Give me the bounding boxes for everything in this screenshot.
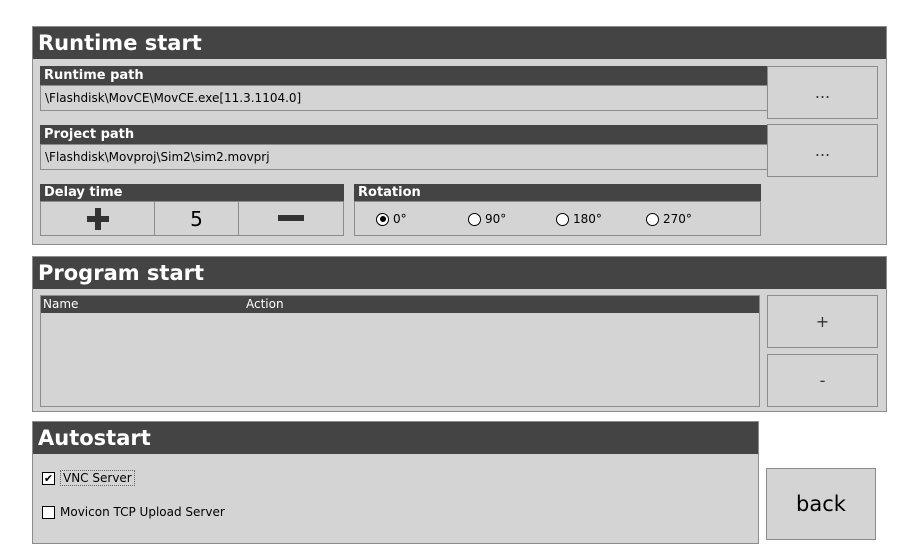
- project-path-field[interactable]: \Flashdisk\Movproj\Sim2\sim2.movprj: [40, 144, 793, 170]
- column-action: Action: [246, 297, 284, 311]
- rotation-option-0[interactable]: 0°: [376, 212, 407, 226]
- runtime-path-browse-button[interactable]: ...: [767, 66, 878, 119]
- remove-program-button[interactable]: -: [767, 354, 878, 407]
- vnc-server-checkbox[interactable]: ✔ VNC Server: [42, 470, 135, 486]
- add-program-button[interactable]: +: [767, 295, 878, 348]
- radio-selected-icon: [376, 212, 389, 226]
- rotation-label: Rotation: [354, 184, 761, 201]
- autostart-panel: Autostart ✔ VNC Server Movicon TCP Uploa…: [32, 421, 759, 544]
- rotation-option-90[interactable]: 90°: [468, 212, 506, 226]
- minus-icon: [278, 214, 304, 221]
- back-button[interactable]: back: [766, 468, 876, 540]
- autostart-title: Autostart: [33, 422, 758, 454]
- radio-icon: [646, 212, 659, 226]
- program-start-title: Program start: [33, 257, 886, 289]
- checkbox-checked-icon: ✔: [42, 471, 55, 485]
- program-list[interactable]: Name Action: [40, 295, 760, 407]
- runtime-path-field[interactable]: \Flashdisk\MovCE\MovCE.exe[11.3.1104.0]: [40, 85, 793, 111]
- program-start-panel: Program start Name Action + -: [32, 256, 887, 412]
- runtime-path-label: Runtime path: [40, 66, 793, 85]
- rotation-option-180-label: 180°: [573, 212, 602, 226]
- rotation-option-90-label: 90°: [485, 212, 507, 226]
- vnc-server-label: VNC Server: [60, 470, 135, 486]
- radio-icon: [468, 212, 481, 226]
- runtime-start-panel: Runtime start Runtime path \Flashdisk\Mo…: [32, 26, 887, 245]
- radio-icon: [556, 212, 569, 226]
- project-path-browse-button[interactable]: ...: [767, 124, 878, 177]
- tcp-upload-label: Movicon TCP Upload Server: [60, 505, 225, 519]
- runtime-start-title: Runtime start: [33, 27, 886, 59]
- delay-increase-button[interactable]: [40, 201, 155, 236]
- rotation-option-180[interactable]: 180°: [556, 212, 602, 226]
- delay-time-label: Delay time: [40, 184, 344, 201]
- project-path-label: Project path: [40, 125, 793, 144]
- plus-icon: [86, 207, 109, 230]
- tcp-upload-checkbox[interactable]: Movicon TCP Upload Server: [42, 505, 225, 519]
- program-list-header: Name Action: [41, 296, 759, 313]
- column-name: Name: [43, 297, 79, 311]
- rotation-option-270-label: 270°: [663, 212, 692, 226]
- delay-value: 5: [154, 201, 239, 236]
- rotation-option-0-label: 0°: [393, 212, 407, 226]
- checkbox-icon: [42, 505, 55, 519]
- rotation-option-270[interactable]: 270°: [646, 212, 692, 226]
- delay-decrease-button[interactable]: [238, 201, 344, 236]
